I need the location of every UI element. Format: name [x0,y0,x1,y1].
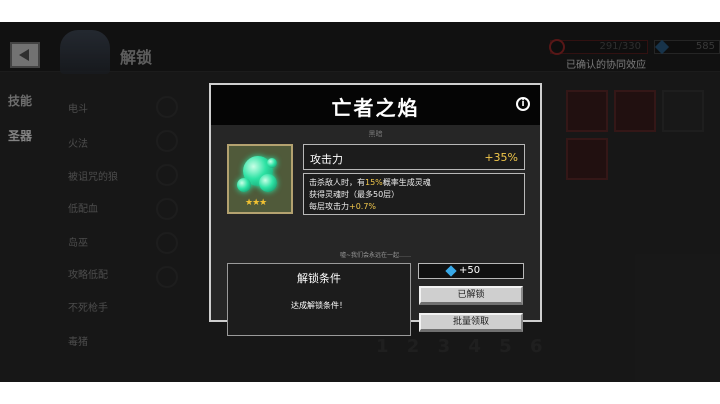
unlock-condition-box: 解锁条件 达成解锁条件！ [227,263,411,336]
desc-line-2: 获得灵魂时（最多50层） [309,190,400,199]
relic-category: 黑暗 [368,130,383,138]
relic-image: ★★★ [227,144,293,214]
rarity-stars: ★★★ [245,198,267,208]
reward-amount: +50 [459,265,481,276]
desc-line-3: 每层攻击力+0.7% [309,202,377,211]
relic-detail-dialog: 亡者之焰 i 黑暗 ★★★ 攻击力 +35% 击杀敌人时，有15%概率生成灵魂 … [209,83,542,336]
stat-row: 攻击力 +35% [303,144,525,170]
info-icon[interactable]: i [516,97,530,111]
desc-line-1: 击杀敌人时，有15%概率生成灵魂 [309,178,431,187]
unlocked-button[interactable]: 已解锁 [419,286,523,305]
batch-claim-button[interactable]: 批量领取 [419,313,523,332]
dialog-header: 亡者之焰 i [211,85,540,125]
stat-name: 攻击力 [310,153,343,166]
reward-display: +50 [418,263,524,279]
stat-value: +35% [484,151,518,164]
game-screen: 解锁 291/330 585 已确认的协同效应 技能 圣器 电斗 火法 被诅咒的… [0,22,720,382]
unlock-condition-title: 解锁条件 [297,272,341,285]
dialog-title: 亡者之焰 [331,96,420,120]
gem-icon [445,265,457,277]
relic-description: 击杀敌人时，有15%概率生成灵魂 获得灵魂时（最多50层） 每层攻击力+0.7% [303,173,525,215]
flavor-text: 嘘~我们会永远在一起…… [339,252,412,259]
unlock-condition-desc: 达成解锁条件！ [291,301,347,310]
